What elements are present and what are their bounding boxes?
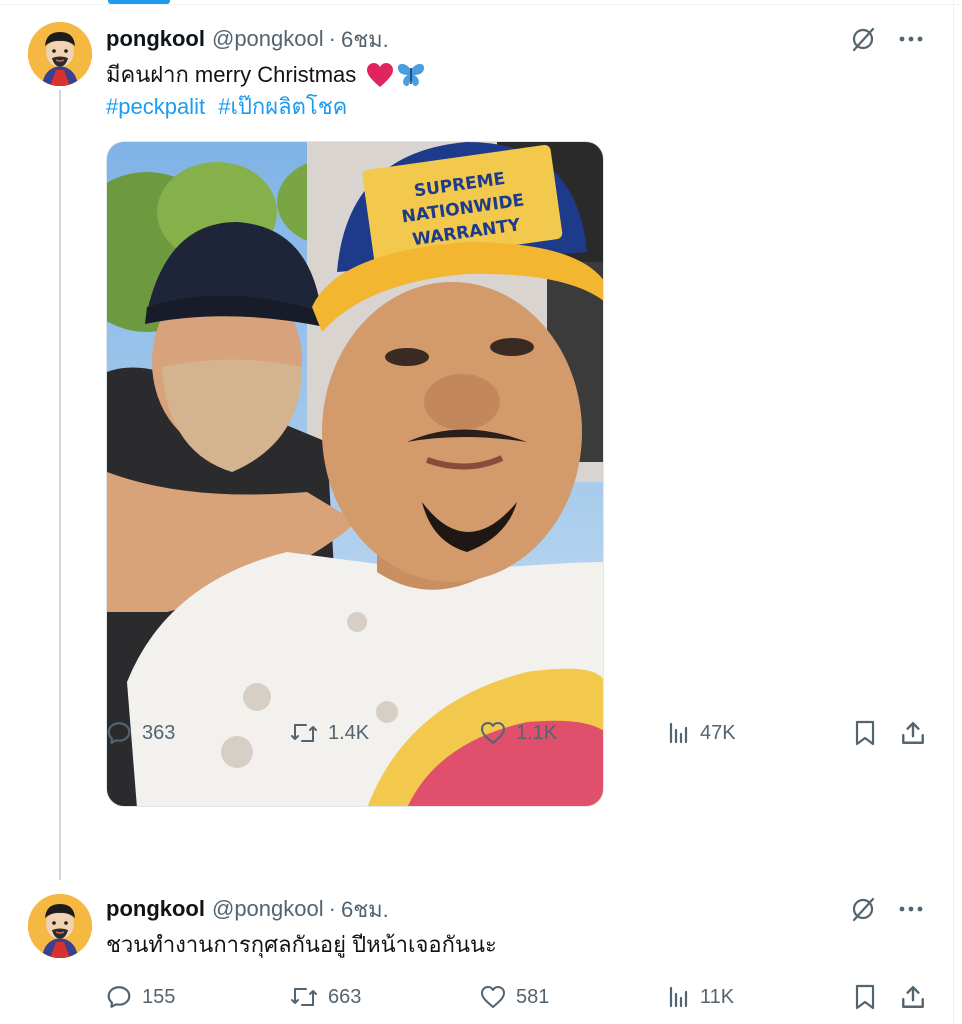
reply-count: 155 xyxy=(142,985,176,1008)
repost-icon xyxy=(291,724,317,742)
share-icon xyxy=(902,722,924,744)
bookmark-icon xyxy=(855,720,875,746)
heart-outline-icon xyxy=(481,722,505,744)
red-heart-icon xyxy=(367,63,394,87)
avatar[interactable] xyxy=(28,22,92,86)
share-button[interactable] xyxy=(900,720,926,746)
view-count: 11K xyxy=(700,985,735,1008)
like-count: 1.1K xyxy=(516,721,558,744)
tweet-header: pongkool @pongkool · 6ชม. xyxy=(106,894,389,924)
separator-dot: · xyxy=(328,26,336,51)
heart-outline-icon xyxy=(481,986,505,1008)
bookmark-button[interactable] xyxy=(854,720,876,746)
like-button[interactable]: 1.1K xyxy=(480,721,557,745)
separator-dot: · xyxy=(328,896,336,921)
timestamp[interactable]: 6ชม. xyxy=(341,892,389,927)
views-button[interactable]: 11K xyxy=(668,986,734,1009)
tweet-body: มีคนฝาก merry Christmas xyxy=(106,62,357,87)
display-name[interactable]: pongkool xyxy=(106,896,205,922)
reply-icon xyxy=(107,986,131,1008)
reply-button[interactable]: 363 xyxy=(106,720,175,746)
more-options-icon[interactable] xyxy=(896,896,926,922)
divider xyxy=(0,4,962,5)
hashtags: #peckpalit #เป๊กผลิตโชค xyxy=(106,92,354,122)
views-button[interactable]: 47K xyxy=(668,722,736,745)
hashtag-link[interactable]: #เป๊กผลิตโชค xyxy=(218,94,347,119)
tweet-photo[interactable]: SUPREME NATIONWIDE WARRANTY xyxy=(106,141,604,807)
butterfly-icon xyxy=(398,63,425,87)
column-border xyxy=(953,0,954,1024)
share-button[interactable] xyxy=(900,984,926,1010)
view-count: 47K xyxy=(700,721,736,744)
repost-icon xyxy=(291,988,317,1006)
tweet-text: มีคนฝาก merry Christmas xyxy=(106,60,426,90)
reply-button[interactable]: 155 xyxy=(106,984,175,1010)
tweet[interactable]: pongkool @pongkool · 6ชม. ชวนทำงานการกุศ… xyxy=(0,888,952,1024)
hashtag-link[interactable]: #peckpalit xyxy=(106,94,205,119)
like-count: 581 xyxy=(516,985,550,1008)
repost-count: 1.4K xyxy=(328,721,370,744)
analytics-icon xyxy=(669,986,688,1008)
grok-icon[interactable] xyxy=(848,26,878,52)
tweet-header: pongkool @pongkool · 6ชม. xyxy=(106,24,389,54)
display-name[interactable]: pongkool xyxy=(106,26,205,52)
repost-count: 663 xyxy=(328,985,362,1008)
reply-count: 363 xyxy=(142,721,176,744)
repost-button[interactable]: 1.4K xyxy=(290,720,369,746)
tweet[interactable]: pongkool @pongkool · 6ชม. มีคนฝาก merry … xyxy=(0,18,952,880)
thread-connector-line xyxy=(59,90,61,880)
user-handle[interactable]: @pongkool xyxy=(212,26,324,52)
like-button[interactable]: 581 xyxy=(480,985,549,1009)
user-handle[interactable]: @pongkool xyxy=(212,896,324,922)
reply-icon xyxy=(107,722,131,744)
repost-button[interactable]: 663 xyxy=(290,984,361,1010)
tweet-body: ชวนทำงานการกุศลกันอยู่ ปีหน้าเจอกันนะ xyxy=(106,932,497,957)
more-options-icon[interactable] xyxy=(896,26,926,52)
tweet-text: ชวนทำงานการกุศลกันอยู่ ปีหน้าเจอกันนะ xyxy=(106,930,497,960)
timestamp[interactable]: 6ชม. xyxy=(341,22,389,57)
grok-icon[interactable] xyxy=(848,896,878,922)
bookmark-button[interactable] xyxy=(854,984,876,1010)
avatar[interactable] xyxy=(28,894,92,958)
analytics-icon xyxy=(669,722,688,744)
share-icon xyxy=(902,986,924,1008)
bookmark-icon xyxy=(855,984,875,1010)
